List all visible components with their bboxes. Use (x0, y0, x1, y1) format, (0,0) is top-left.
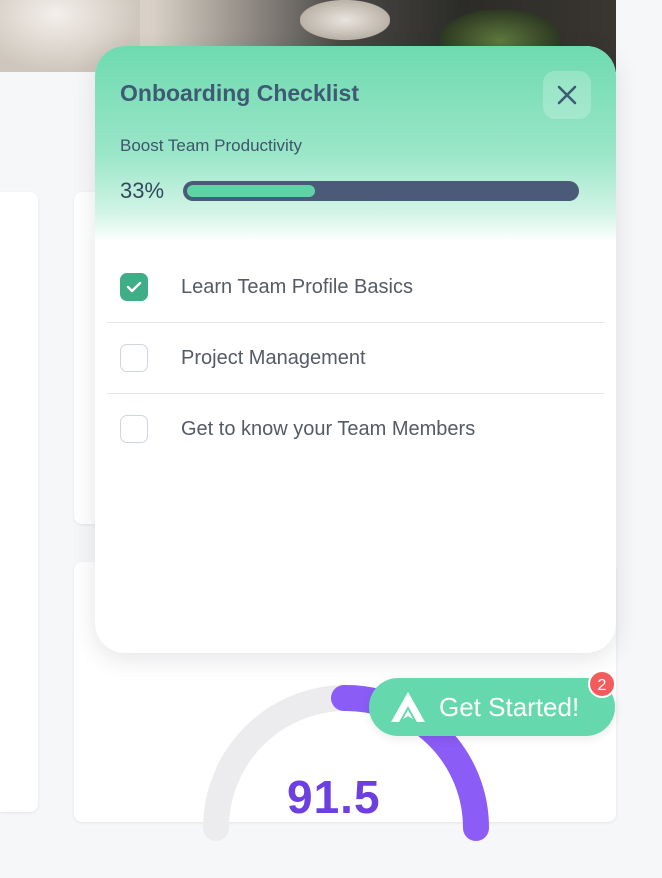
page-gutter (616, 0, 662, 800)
close-icon (557, 85, 577, 105)
checklist-item[interactable]: Get to know your Team Members (107, 394, 604, 464)
checklist-item-label: Get to know your Team Members (181, 418, 476, 440)
checkbox-checked[interactable] (120, 273, 148, 301)
checkbox[interactable] (120, 344, 148, 372)
notification-badge: 2 (588, 670, 616, 698)
hero-image-region (300, 0, 390, 40)
checklist-item-label: Project Management (181, 347, 366, 369)
checklist-item-label: Learn Team Profile Basics (181, 276, 413, 298)
onboarding-popover: Onboarding Checklist Boost Team Producti… (95, 46, 616, 653)
checklist: Learn Team Profile Basics Project Manage… (107, 252, 604, 464)
get-started-label: Get Started! (439, 692, 580, 722)
background-card (0, 192, 38, 812)
logo-icon (391, 692, 425, 722)
progress-percent: 33% (120, 178, 165, 203)
gauge-value: 91.5 (287, 771, 381, 823)
progress-bar-fill (187, 185, 315, 197)
checklist-item[interactable]: Learn Team Profile Basics (107, 252, 604, 323)
progress-bar (183, 181, 579, 201)
popover-subtitle: Boost Team Productivity (120, 136, 303, 155)
get-started-button[interactable]: Get Started! (369, 678, 615, 736)
checkmark-icon (126, 281, 142, 293)
checkbox[interactable] (120, 415, 148, 443)
close-button[interactable] (543, 71, 591, 119)
checklist-item[interactable]: Project Management (107, 323, 604, 394)
popover-title: Onboarding Checklist (120, 80, 359, 106)
